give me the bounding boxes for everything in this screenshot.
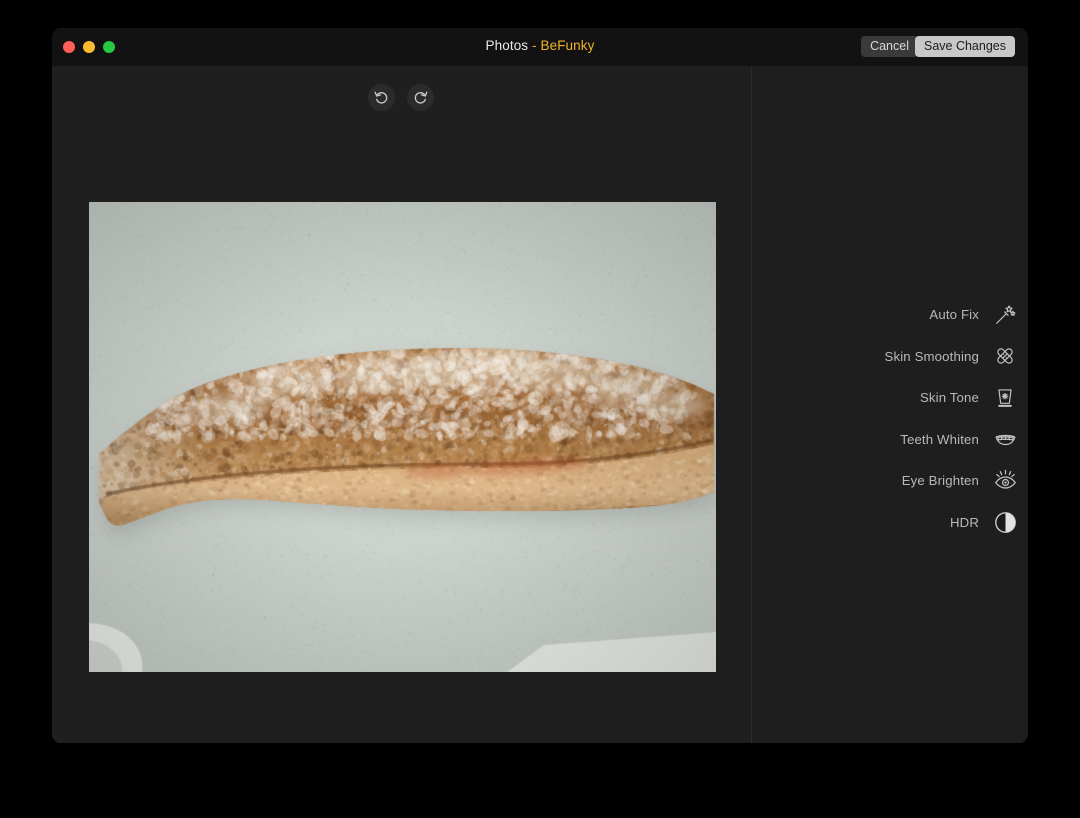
eye-rays-icon	[993, 469, 1017, 493]
canvas-pane	[52, 66, 752, 743]
tool-item-teeth-whiten[interactable]: Teeth Whiten	[767, 419, 1017, 461]
tube-sparkle-icon	[993, 386, 1017, 410]
undo-button[interactable]	[368, 84, 395, 111]
mouth-teeth-icon	[993, 427, 1017, 451]
screen-root: Photos - BeFunky Cancel Save Changes Aut…	[0, 0, 1080, 818]
tool-label: Auto Fix	[929, 307, 979, 323]
photo-image	[89, 202, 716, 672]
befunky-photo-editor-window: Photos - BeFunky Cancel Save Changes Aut…	[52, 28, 1028, 743]
minimize-window-button[interactable]	[83, 41, 95, 53]
history-controls	[368, 84, 434, 111]
redo-button[interactable]	[407, 84, 434, 111]
tool-label: HDR	[949, 514, 979, 530]
magic-wand-icon	[993, 303, 1017, 327]
tool-item-hdr[interactable]: HDR	[767, 502, 1017, 544]
tool-item-skin-smoothing[interactable]: Skin Smoothing	[767, 336, 1017, 378]
window-title-app: Photos	[485, 38, 529, 53]
undo-arrow-icon	[373, 89, 390, 106]
close-window-button[interactable]	[63, 41, 75, 53]
maximize-window-button[interactable]	[103, 41, 115, 53]
window-title-brand: BeFunky	[540, 38, 595, 53]
editor-body: Auto Fix Skin Smoothing Skin Tone Teeth …	[52, 66, 1028, 743]
bandage-cross-icon	[993, 344, 1017, 368]
tool-item-eye-brighten[interactable]: Eye Brighten	[767, 460, 1017, 502]
tool-label: Teeth Whiten	[900, 431, 979, 447]
tool-item-skin-tone[interactable]: Skin Tone	[767, 377, 1017, 419]
title-bar: Photos - BeFunky Cancel Save Changes	[52, 28, 1028, 67]
cancel-button[interactable]: Cancel	[861, 36, 918, 57]
window-traffic-lights	[63, 41, 115, 53]
photo-preview[interactable]	[89, 202, 716, 672]
tool-label: Skin Smoothing	[884, 348, 979, 364]
touchup-tools-sidebar: Auto Fix Skin Smoothing Skin Tone Teeth …	[752, 66, 1028, 743]
tool-item-auto-fix[interactable]: Auto Fix	[767, 294, 1017, 336]
tool-label: Eye Brighten	[901, 473, 979, 489]
contrast-circle-icon	[993, 510, 1017, 534]
tool-label: Skin Tone	[919, 390, 979, 406]
redo-arrow-icon	[412, 89, 429, 106]
save-changes-button[interactable]: Save Changes	[914, 36, 1015, 57]
touchup-tools-list: Auto Fix Skin Smoothing Skin Tone Teeth …	[767, 294, 1017, 543]
window-title-separator: -	[528, 38, 541, 53]
